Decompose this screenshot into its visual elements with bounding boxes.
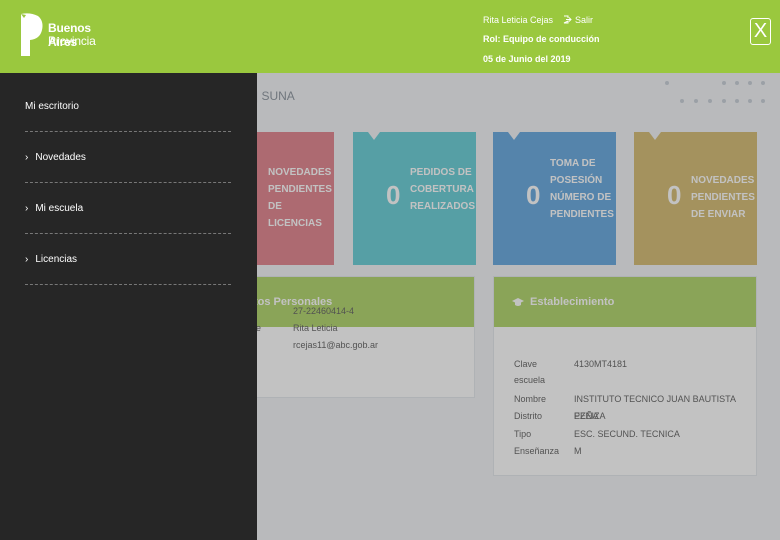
logout-icon [563, 15, 572, 24]
sidebar-item-licencias[interactable]: › Licencias [25, 234, 231, 285]
sidebar-item-label: Licencias [35, 253, 78, 265]
sidebar-item-label: Mi escuela [35, 202, 84, 214]
top-header: Buenos Aires Provincia Rita Leticia Ceja… [0, 0, 780, 73]
sidebar-item-mi-escritorio[interactable]: Mi escritorio [25, 81, 231, 132]
buenos-aires-logo[interactable]: Buenos Aires Provincia [18, 12, 118, 58]
user-name: Rita Leticia Cejas [483, 14, 554, 25]
sidebar-item-label: Novedades [35, 151, 86, 163]
chevron-right-icon: › [25, 202, 29, 214]
logout-label: Salir [575, 14, 594, 25]
logo-text-line2: Provincia [48, 34, 96, 48]
user-role: Rol: Equipo de conducción [483, 34, 600, 45]
current-date: 05 de Junio del 2019 [483, 53, 571, 64]
sidebar-item-label: Mi escritorio [25, 100, 79, 112]
side-menu: Mi escritorio › Novedades › Mi escuela ›… [0, 73, 257, 540]
user-info: Rita Leticia Cejas Salir Rol: Equipo de … [483, 10, 600, 69]
sidebar-item-novedades[interactable]: › Novedades [25, 132, 231, 183]
chevron-right-icon: › [25, 253, 29, 265]
close-menu-button[interactable]: X [750, 18, 771, 45]
sidebar-item-mi-escuela[interactable]: › Mi escuela [25, 183, 231, 234]
logout-link[interactable]: Salir [563, 13, 593, 27]
province-logo-icon [21, 13, 43, 57]
chevron-right-icon: › [25, 151, 29, 163]
